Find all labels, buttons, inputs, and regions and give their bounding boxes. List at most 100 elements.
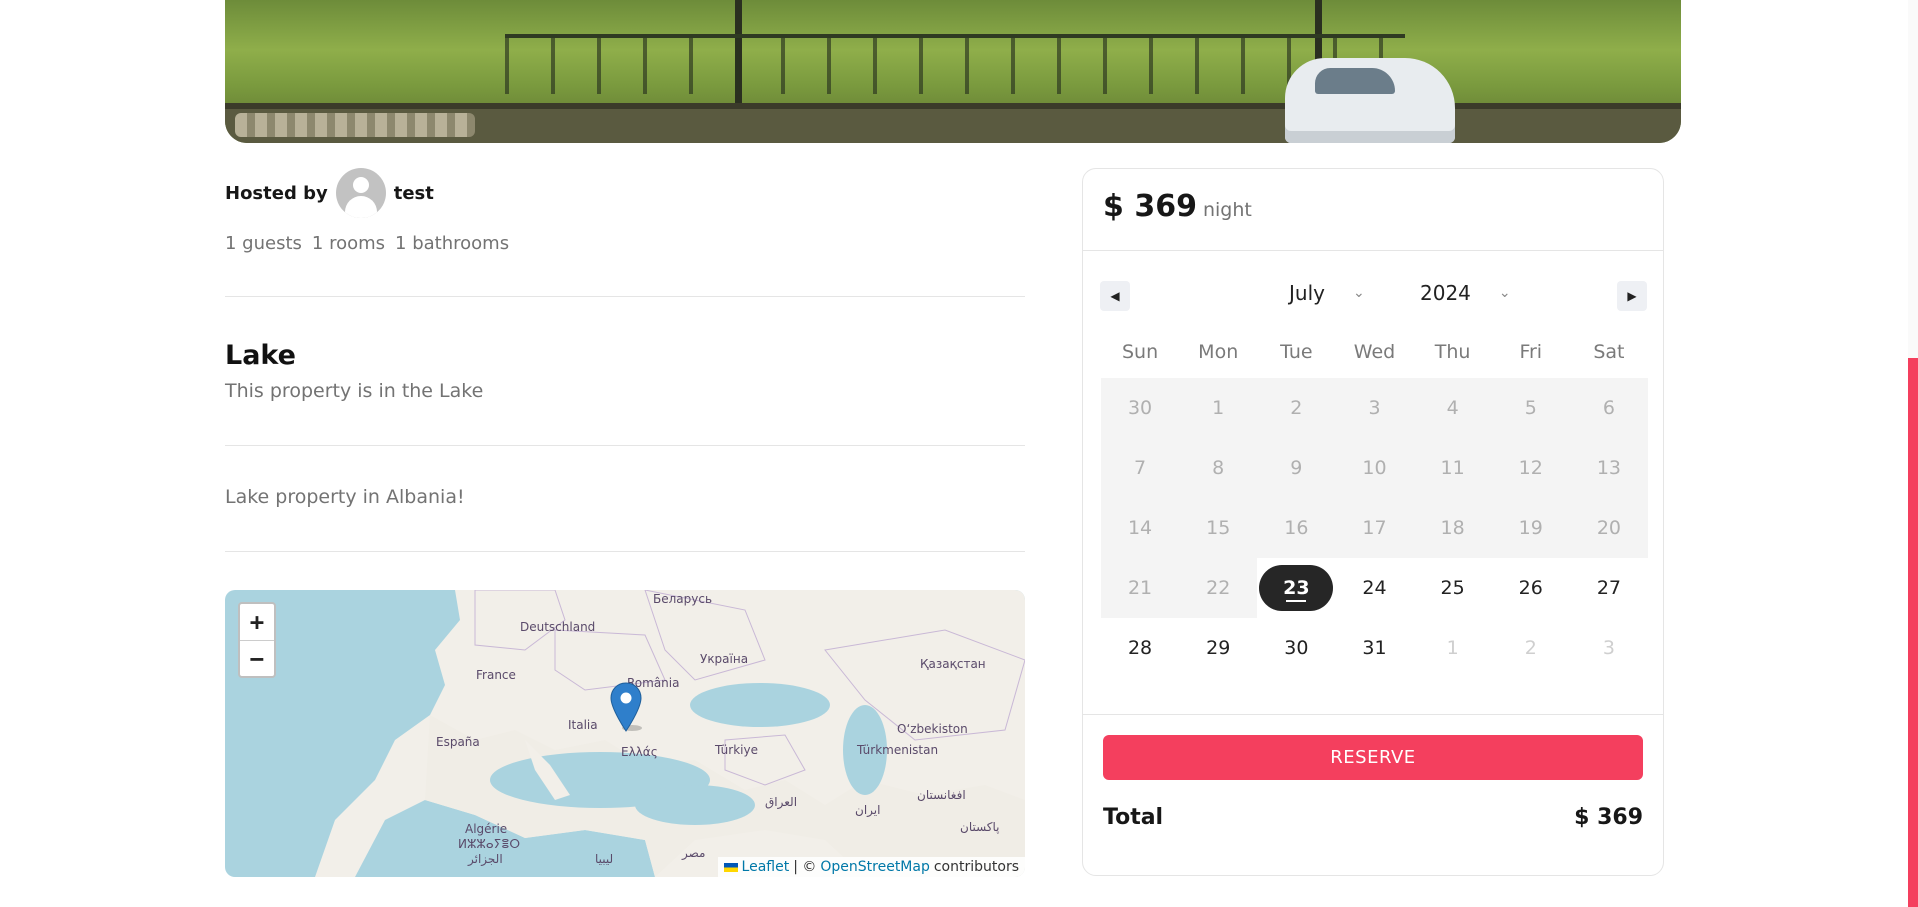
calendar-day: 21 (1101, 558, 1180, 618)
calendar-day-number: 6 (1602, 397, 1615, 419)
map-label: ایران (855, 803, 881, 817)
calendar-day[interactable]: 25 (1414, 558, 1492, 618)
month-value: July (1289, 281, 1325, 305)
listing-hero-image (225, 0, 1681, 143)
calendar-day: 18 (1413, 498, 1492, 558)
calendar-day: 5 (1491, 378, 1570, 438)
location-map[interactable]: + − Беларусь Deutschland Україна France … (225, 590, 1025, 877)
calendar-day: 13 (1569, 438, 1648, 498)
calendar-day-number: 5 (1524, 397, 1537, 419)
map-label: France (476, 668, 516, 682)
calendar-day: 10 (1335, 438, 1414, 498)
calendar-day: 9 (1257, 438, 1336, 498)
calendar-day: 2 (1492, 618, 1570, 678)
calendar-day-selected[interactable]: 23 (1257, 558, 1335, 618)
calendar-day-number: 8 (1212, 457, 1225, 479)
calendar-day-number: 29 (1206, 637, 1231, 659)
calendar-day-number: 13 (1596, 457, 1622, 479)
calendar-day[interactable]: 26 (1492, 558, 1570, 618)
map-label: Deutschland (520, 620, 596, 634)
hero-car (1285, 58, 1455, 143)
calendar-day-number: 15 (1206, 517, 1231, 539)
scrollbar-thumb[interactable] (1908, 358, 1918, 907)
reserve-button[interactable]: RESERVE (1103, 735, 1643, 780)
weekday-header: Sun Mon Tue Wed Thu Fri Sat (1101, 341, 1648, 363)
calendar-day[interactable]: 28 (1101, 618, 1179, 678)
map-label: Oʻzbekiston (897, 722, 968, 736)
calendar-day-number: 19 (1518, 517, 1543, 539)
chevron-right-icon: ▶ (1627, 289, 1637, 303)
listing-description: Lake property in Albania! (225, 486, 465, 508)
map-label: الجزائر (468, 852, 503, 866)
calendar-day-number: 20 (1596, 517, 1622, 539)
calendar-day-number: 3 (1368, 397, 1381, 419)
category-description: This property is in the Lake (225, 380, 484, 402)
total-label: Total (1103, 805, 1164, 830)
map-label: Algérie (465, 822, 508, 836)
weekday-label: Thu (1434, 341, 1471, 363)
map-label: Ελλάς (621, 745, 658, 759)
weekday-label: Wed (1353, 341, 1396, 363)
calendar-day: 30 (1101, 378, 1180, 438)
month-select[interactable]: July ⌄ (1289, 281, 1365, 305)
next-month-button[interactable]: ▶ (1617, 281, 1647, 311)
map-label: پاکستان (960, 820, 1000, 834)
calendar-day: 22 (1179, 558, 1258, 618)
calendar-day: 2 (1257, 378, 1336, 438)
year-select[interactable]: 2024 ⌄ (1420, 281, 1511, 305)
map-label: Italia (568, 718, 598, 732)
nightly-price: $ 369 (1103, 189, 1197, 224)
calendar-day[interactable]: 31 (1335, 618, 1413, 678)
calendar-day[interactable]: 29 (1179, 618, 1257, 678)
location-marker-icon[interactable] (610, 682, 642, 732)
page-scrollbar[interactable] (1908, 0, 1918, 907)
map-label: مصر (682, 846, 706, 860)
price-unit: night (1202, 199, 1252, 221)
calendar-day: 3 (1570, 618, 1648, 678)
calendar-day: 4 (1413, 378, 1492, 438)
chevron-down-icon: ⌄ (1352, 285, 1365, 301)
calendar-day: 7 (1101, 438, 1180, 498)
map-label: Türkiye (715, 743, 758, 757)
calendar-day-number: 12 (1518, 457, 1543, 479)
calendar-day: 12 (1491, 438, 1570, 498)
calendar-day-number: 9 (1290, 457, 1303, 479)
weekday-label: Tue (1280, 341, 1313, 363)
calendar-day: 19 (1491, 498, 1570, 558)
zoom-out-button[interactable]: − (240, 640, 274, 676)
calendar-day-number: 21 (1127, 577, 1153, 599)
booking-card: $ 369 night ◀ July ⌄ 2024 ⌄ ▶ Sun Mon Tue W… (1082, 168, 1664, 876)
weekday-label: Sat (1593, 341, 1625, 363)
divider (225, 296, 1025, 297)
calendar-day: 6 (1569, 378, 1648, 438)
divider (225, 551, 1025, 552)
calendar-day-number: 31 (1362, 637, 1387, 659)
weekday-label: Mon (1198, 341, 1239, 363)
calendar-day-number: 26 (1518, 577, 1543, 599)
calendar-day[interactable]: 24 (1335, 558, 1413, 618)
calendar-day-number: 30 (1284, 637, 1309, 659)
calendar-day: 3 (1335, 378, 1414, 438)
zoom-in-button[interactable]: + (240, 604, 274, 640)
divider (1083, 714, 1663, 715)
chevron-down-icon: ⌄ (1498, 285, 1511, 301)
calendar-day-number: 18 (1440, 517, 1465, 539)
prev-month-button[interactable]: ◀ (1100, 281, 1130, 311)
calendar-day: 17 (1335, 498, 1414, 558)
divider (1083, 250, 1663, 251)
calendar-day: 15 (1179, 498, 1258, 558)
calendar-day[interactable]: 30 (1257, 618, 1335, 678)
leaflet-link[interactable]: Leaflet (742, 859, 790, 875)
calendar-day[interactable]: 27 (1570, 558, 1648, 618)
map-label: Беларусь (653, 592, 713, 606)
map-attribution: Leaflet | © OpenStreetMap contributors (717, 857, 1025, 877)
osm-link[interactable]: OpenStreetMap (820, 859, 929, 875)
map-label: ليبيا (595, 852, 614, 866)
hosted-by-label: Hosted by (225, 182, 328, 204)
weekday-label: Fri (1519, 341, 1543, 363)
room-count: 1 rooms (311, 233, 386, 254)
calendar-day-number: 24 (1362, 577, 1387, 599)
host-info: Hosted by test (225, 168, 434, 218)
calendar-day-number: 30 (1127, 397, 1153, 419)
calendar-day: 11 (1413, 438, 1492, 498)
